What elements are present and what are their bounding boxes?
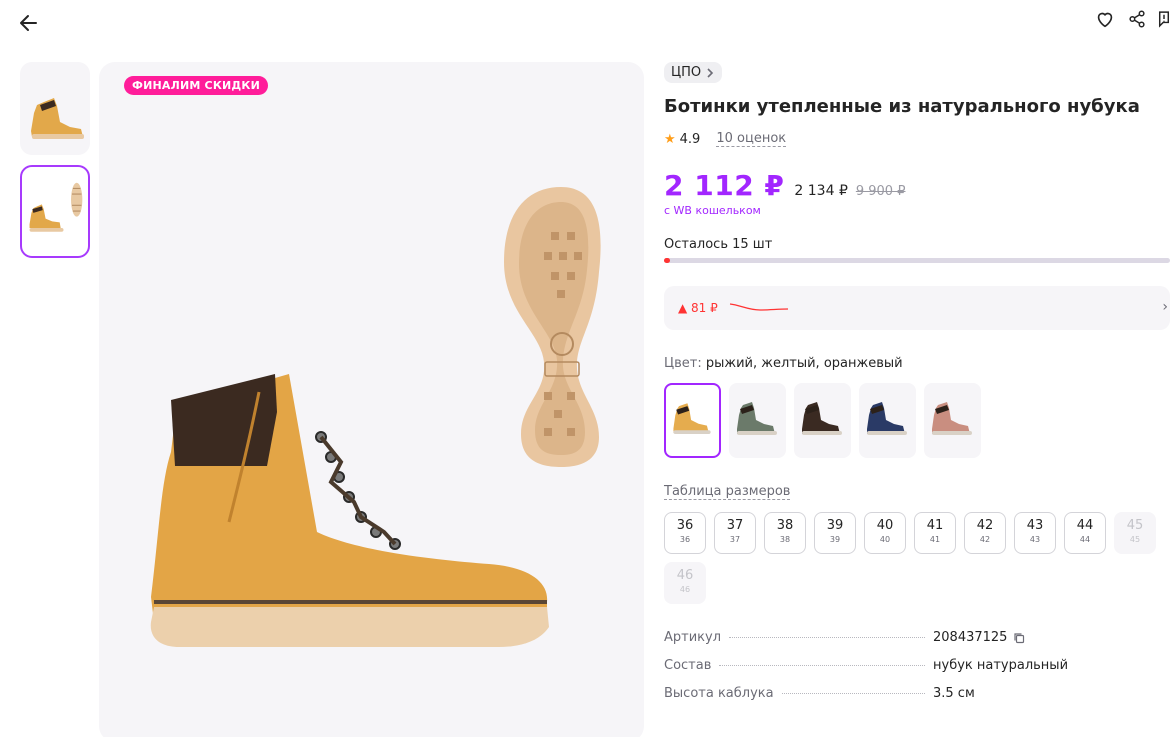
color-value: рыжий, желтый, оранжевый <box>705 356 903 371</box>
size-value: 45 <box>1126 518 1144 533</box>
size-button-39[interactable]: 39 39 <box>814 512 856 554</box>
color-swatches <box>664 383 1170 458</box>
size-ru-value: 36 <box>679 535 691 544</box>
spec-key: Состав <box>664 658 712 673</box>
stock-text: Осталось 15 шт <box>664 237 773 252</box>
size-button-43[interactable]: 43 43 <box>1014 512 1056 554</box>
spec-leader <box>719 665 925 666</box>
boot-side-image <box>150 374 549 647</box>
color-swatch-yellow[interactable] <box>664 383 721 458</box>
thumbnail-boot-with-sole[interactable] <box>20 165 90 258</box>
size-button-42[interactable]: 42 42 <box>964 512 1006 554</box>
size-value: 37 <box>726 518 744 533</box>
boot-sole-image <box>504 187 601 467</box>
thumbnail-boot-side[interactable] <box>20 62 90 155</box>
size-grid: 36 36 37 37 38 38 39 39 40 40 41 41 42 42 43 43 44 44 45 45… <box>664 512 1164 604</box>
top-actions <box>1094 8 1170 30</box>
stock-progress-bar <box>664 258 1170 263</box>
color-label: Цвет: рыжий, желтый, оранжевый <box>664 356 903 371</box>
brand-name: ЦПО <box>671 65 702 80</box>
spec-row: Артикул 208437125 <box>664 630 1064 658</box>
price-regular: 2 134 ₽ <box>794 183 848 199</box>
size-value: 40 <box>876 518 894 533</box>
report-icon[interactable] <box>1158 8 1170 30</box>
color-swatch-navy[interactable] <box>859 383 916 458</box>
price-change: ▲ 81 ₽ <box>678 301 718 315</box>
price-sparkline-icon <box>729 303 788 311</box>
size-ru-value: 44 <box>1079 535 1091 544</box>
size-value: 39 <box>826 518 844 533</box>
spec-value: 3.5 см <box>933 686 975 701</box>
size-ru-value: 46 <box>679 585 691 594</box>
size-button-40[interactable]: 40 40 <box>864 512 906 554</box>
promo-badge: ФИНАЛИМ СКИДКИ <box>124 76 269 95</box>
chevron-right-icon: › <box>1162 299 1168 315</box>
copy-icon[interactable] <box>1013 632 1025 644</box>
back-arrow-icon[interactable] <box>16 10 42 36</box>
spec-leader <box>781 693 925 694</box>
size-value: 36 <box>676 518 694 533</box>
chevron-right-icon <box>707 67 714 78</box>
heart-icon[interactable] <box>1094 8 1116 30</box>
specs-list: Артикул 208437125 Состав нубук натуральный В… <box>664 630 1068 714</box>
size-value: 41 <box>926 518 944 533</box>
rating-row: ★ 4.9 10 оценок <box>664 131 1170 147</box>
price-old: 9 900 ₽ <box>855 184 906 199</box>
spec-key: Высота каблука <box>664 686 774 701</box>
size-table-link[interactable]: Таблица размеров <box>664 484 791 500</box>
size-button-41[interactable]: 41 41 <box>914 512 956 554</box>
spec-key: Артикул <box>664 630 722 645</box>
size-button-46: 46 46 <box>664 562 706 604</box>
color-swatch-pink[interactable] <box>924 383 981 458</box>
size-button-37[interactable]: 37 37 <box>714 512 756 554</box>
size-value: 44 <box>1076 518 1094 533</box>
size-ru-value: 43 <box>1029 535 1041 544</box>
price-row: 2 112 ₽ 2 134 ₽ 9 900 ₽ <box>664 169 1170 202</box>
product-info: ЦПО Ботинки утепленные из натурального н… <box>664 61 1170 714</box>
stock-progress-fill <box>664 258 670 263</box>
size-ru-value: 45 <box>1129 535 1141 544</box>
share-icon[interactable] <box>1126 8 1148 30</box>
size-ru-value: 38 <box>779 535 791 544</box>
spec-leader <box>729 637 925 638</box>
color-swatch-black[interactable] <box>794 383 851 458</box>
brand-link[interactable]: ЦПО <box>664 62 723 83</box>
size-button-36[interactable]: 36 36 <box>664 512 706 554</box>
color-swatch-grey-green[interactable] <box>729 383 786 458</box>
reviews-link[interactable]: 10 оценок <box>716 131 787 147</box>
size-value: 46 <box>676 568 694 583</box>
rating-value: 4.9 <box>679 131 701 147</box>
wallet-note: с WB кошельком <box>664 204 761 217</box>
size-ru-value: 41 <box>929 535 941 544</box>
price-history-button[interactable]: ▲ 81 ₽ › <box>664 286 1170 330</box>
size-ru-value: 39 <box>829 535 841 544</box>
star-icon: ★ <box>664 131 676 147</box>
size-button-38[interactable]: 38 38 <box>764 512 806 554</box>
spec-value: 208437125 <box>933 630 1025 645</box>
size-value: 43 <box>1026 518 1044 533</box>
size-ru-value: 37 <box>729 535 741 544</box>
main-product-image[interactable]: ФИНАЛИМ СКИДКИ <box>99 62 644 737</box>
size-ru-value: 42 <box>979 535 991 544</box>
size-value: 38 <box>776 518 794 533</box>
thumbnail-list <box>20 62 94 268</box>
size-button-45: 45 45 <box>1114 512 1156 554</box>
boot-illustration <box>150 187 601 647</box>
spec-row: Высота каблука 3.5 см <box>664 686 1064 714</box>
spec-value: нубук натуральный <box>933 658 1069 673</box>
size-ru-value: 40 <box>879 535 891 544</box>
product-title: Ботинки утепленные из натурального нубук… <box>664 96 1140 117</box>
price-wallet: 2 112 ₽ <box>664 169 785 202</box>
size-button-44[interactable]: 44 44 <box>1064 512 1106 554</box>
spec-row: Состав нубук натуральный <box>664 658 1068 686</box>
size-value: 42 <box>976 518 994 533</box>
